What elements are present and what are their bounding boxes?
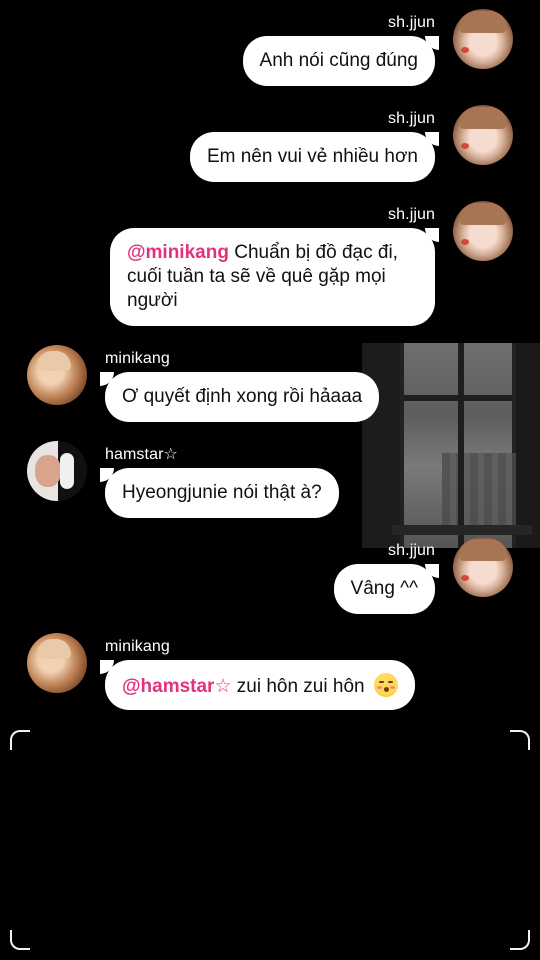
avatar-minikang[interactable] — [27, 345, 87, 405]
message-username: sh.jjun — [388, 542, 435, 559]
message-text: Vâng ^^ — [350, 578, 418, 599]
message-username: minikang — [105, 638, 170, 655]
message-bubble[interactable]: Ơ quyết định xong rồi hảaaa — [105, 372, 380, 422]
message-username: sh.jjun — [388, 206, 435, 223]
message-bubble[interactable]: Vâng ^^ — [333, 564, 435, 614]
avatar-minikang[interactable] — [27, 633, 87, 693]
avatar-hamstar[interactable] — [27, 441, 87, 501]
frame-corner-bottom-left — [10, 930, 30, 950]
frame-corner-top-left — [10, 730, 30, 750]
avatar-shjjun[interactable] — [453, 9, 513, 69]
message-text: zui hôn zui hôn — [236, 676, 365, 697]
message-bubble[interactable]: Anh nói cũng đúng — [242, 36, 435, 86]
message-mention[interactable]: @minikang — [127, 242, 229, 263]
background-window-photo — [362, 343, 540, 548]
avatar-shjjun[interactable] — [453, 105, 513, 165]
message-bubble[interactable]: Em nên vui vẻ nhiều hơn — [189, 132, 435, 182]
frame-corner-bottom-right — [510, 930, 530, 950]
message-bubble[interactable]: @hamstar☆ zui hôn zui hôn — [105, 660, 415, 710]
message-mention[interactable]: @hamstar☆ — [122, 676, 231, 697]
message-username: sh.jjun — [388, 14, 435, 31]
avatar-shjjun[interactable] — [453, 201, 513, 261]
message-bubble[interactable]: Hyeongjunie nói thật à? — [105, 468, 339, 518]
message-text: Em nên vui vẻ nhiều hơn — [206, 146, 418, 167]
message-bubble[interactable]: @minikang Chuẩn bị đồ đạc đi, cuối tuần … — [110, 228, 435, 326]
frame-corner-top-right — [510, 730, 530, 750]
kissing-face-icon — [373, 673, 398, 697]
message-text: Anh nói cũng đúng — [259, 50, 418, 71]
message-text: Ơ quyết định xong rồi hảaaa — [122, 386, 363, 407]
avatar-shjjun[interactable] — [453, 537, 513, 597]
message-username: minikang — [105, 350, 170, 367]
message-text: Hyeongjunie nói thật à? — [122, 482, 322, 503]
message-username: hamstar☆ — [105, 446, 178, 463]
message-username: sh.jjun — [388, 110, 435, 127]
